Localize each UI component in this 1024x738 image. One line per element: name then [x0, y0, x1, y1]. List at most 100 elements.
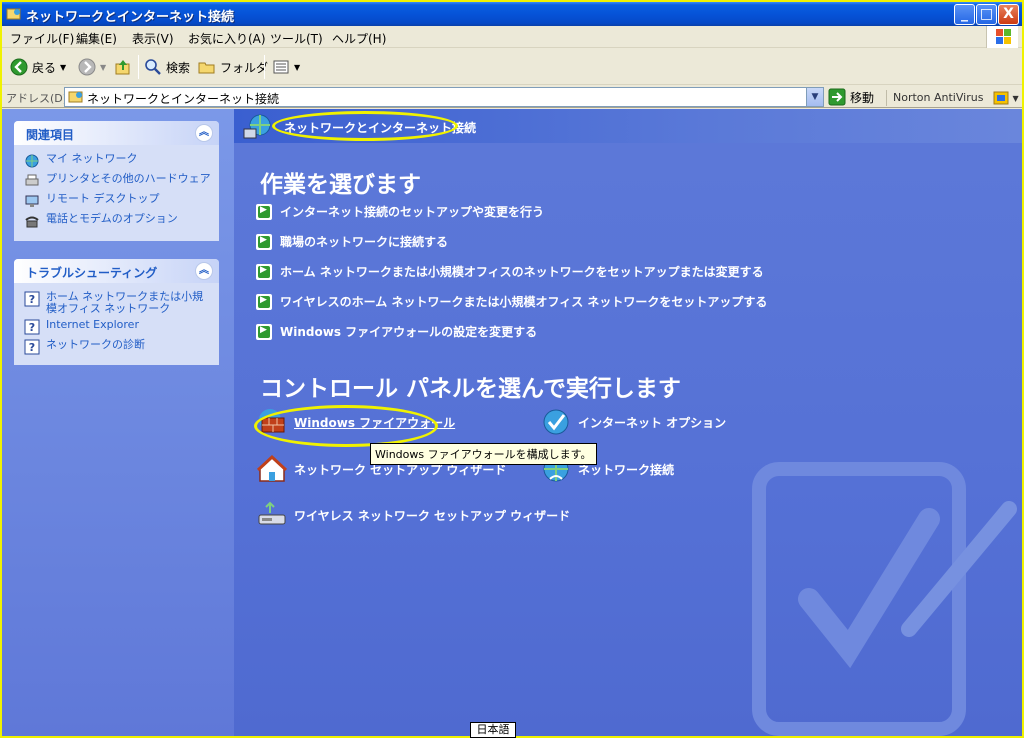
menu-file[interactable]: ファイル(F)	[10, 30, 74, 47]
firewall-tooltip: Windows ファイアウォールを構成します。	[370, 443, 597, 465]
norton-label: Norton AntiVirus	[893, 91, 984, 104]
svg-text:?: ?	[29, 321, 35, 334]
troubleshoot-panel: トラブルシューティング ︽ ? ホーム ネットワークまたは小規模オフィス ネット…	[14, 259, 219, 365]
checkmark-watermark-icon	[752, 462, 1017, 736]
troubleshoot-item-label: Internet Explorer	[46, 318, 139, 331]
troubleshoot-item-home-network[interactable]: ? ホーム ネットワークまたは小規模オフィス ネットワーク	[14, 289, 219, 317]
related-item-label: 電話とモデムのオプション	[46, 212, 178, 225]
folders-button[interactable]: フォルダ	[198, 57, 268, 77]
section-title-tasks: 作業を選びます	[260, 172, 421, 198]
printer-icon	[25, 174, 39, 186]
address-dropdown-icon[interactable]: ▼	[806, 88, 823, 106]
address-label: アドレス(D)	[6, 92, 68, 105]
minimize-button[interactable]: _	[954, 4, 975, 25]
go-arrow-icon	[828, 88, 846, 106]
address-input[interactable]: ネットワークとインターネット接続 ▼	[64, 87, 824, 107]
norton-dropdown-icon[interactable]: ▼	[1012, 94, 1018, 103]
folder-icon	[198, 62, 215, 74]
task-link-wireless-network[interactable]: ワイヤレスのホーム ネットワークまたは小規模オフィス ネットワークをセットアップ…	[256, 293, 767, 310]
network-folder-icon	[68, 91, 83, 103]
task-label: ワイヤレスのホーム ネットワークまたは小規模オフィス ネットワークをセットアップ…	[280, 295, 768, 309]
task-link-internet-connection[interactable]: インターネット接続のセットアップや変更を行う	[256, 203, 544, 220]
menu-view[interactable]: 表示(V)	[132, 30, 174, 47]
ime-language-indicator[interactable]: 日本語	[470, 722, 516, 738]
remote-desktop-icon	[25, 195, 39, 207]
folders-label: フォルダ	[220, 60, 269, 75]
related-item-my-network[interactable]: マイ ネットワーク	[14, 151, 219, 171]
views-button[interactable]: ▼	[272, 57, 300, 77]
globe-network-icon	[25, 154, 39, 168]
forward-button[interactable]: ▼	[78, 57, 106, 77]
network-setup-icon	[256, 454, 288, 482]
task-link-home-network[interactable]: ホーム ネットワークまたは小規模オフィスのネットワークをセットアップまたは変更す…	[256, 263, 764, 280]
menu-edit[interactable]: 編集(E)	[76, 30, 117, 47]
task-label: インターネット接続のセットアップや変更を行う	[280, 205, 545, 219]
menu-bar: ファイル(F) 編集(E) 表示(V) お気に入り(A) ツール(T) ヘルプ(…	[2, 26, 1022, 48]
go-label: 移動	[850, 90, 875, 105]
address-value: ネットワークとインターネット接続	[87, 92, 280, 106]
task-link-workplace-network[interactable]: 職場のネットワークに接続する	[256, 233, 448, 250]
norton-icon	[993, 91, 1009, 105]
related-item-remote-desktop[interactable]: リモート デスクトップ	[14, 191, 219, 211]
wireless-setup-icon	[258, 501, 286, 525]
task-arrow-icon	[256, 293, 272, 310]
highlight-ellipse-firewall	[254, 405, 438, 447]
views-icon	[273, 60, 289, 74]
network-internet-category-icon	[243, 114, 271, 139]
related-item-printers[interactable]: プリンタとその他のハードウェア	[14, 171, 219, 191]
collapse-chevron-icon[interactable]: ︽	[195, 124, 213, 142]
phone-icon	[25, 216, 39, 228]
back-arrow-icon	[10, 58, 28, 76]
up-folder-button[interactable]	[114, 57, 132, 77]
explorer-window: ネットワークとインターネット接続 _ □ X ファイル(F) 編集(E) 表示(…	[2, 2, 1022, 736]
related-panel: 関連項目 ︽ マイ ネットワーク プリンタとその他のハードウェア リモート デス…	[14, 121, 219, 241]
related-item-phone-modem[interactable]: 電話とモデムのオプション	[14, 211, 219, 231]
go-button[interactable]: 移動	[828, 88, 874, 106]
svg-text:?: ?	[29, 293, 35, 306]
network-folder-icon	[6, 8, 21, 20]
menu-tools[interactable]: ツール(T)	[270, 30, 323, 47]
search-button[interactable]: 検索	[144, 57, 190, 77]
related-item-label: プリンタとその他のハードウェア	[46, 172, 211, 185]
task-label: 職場のネットワークに接続する	[280, 235, 449, 249]
menu-favorites[interactable]: お気に入り(A)	[188, 30, 266, 47]
task-arrow-icon	[256, 233, 272, 250]
troubleshoot-panel-title: トラブルシューティング	[26, 266, 158, 280]
toolbar-separator	[264, 55, 265, 79]
help-icon: ?	[24, 319, 40, 335]
troubleshoot-item-label: ホーム ネットワークまたは小規模オフィス ネットワーク	[46, 290, 204, 315]
applet-label: ワイヤレス ネットワーク セットアップ ウィザード	[294, 508, 571, 523]
menu-help[interactable]: ヘルプ(H)	[332, 30, 386, 47]
forward-arrow-icon	[78, 58, 96, 76]
applet-wireless-setup-wizard[interactable]: ワイヤレス ネットワーク セットアップ ウィザード	[256, 499, 570, 531]
windows-logo-icon	[986, 26, 1018, 48]
troubleshoot-item-diagnose[interactable]: ? ネットワークの診断	[14, 337, 219, 357]
troubleshoot-panel-header[interactable]: トラブルシューティング ︽	[14, 259, 219, 283]
related-item-label: リモート デスクトップ	[46, 192, 160, 205]
main-pane: ネットワークとインターネット接続 作業を選びます インターネット接続のセットアッ…	[234, 109, 1022, 736]
svg-text:?: ?	[29, 341, 35, 354]
task-pane: 関連項目 ︽ マイ ネットワーク プリンタとその他のハードウェア リモート デス…	[2, 109, 234, 736]
troubleshoot-item-ie[interactable]: ? Internet Explorer	[14, 317, 219, 337]
content-area: 関連項目 ︽ マイ ネットワーク プリンタとその他のハードウェア リモート デス…	[2, 109, 1022, 736]
toolbar: 戻る ▼ ▼ 検索 フォルダ ▼	[2, 49, 1022, 85]
window-title: ネットワークとインターネット接続	[26, 10, 235, 25]
applet-internet-options[interactable]: インターネット オプション	[540, 406, 726, 438]
search-icon	[145, 59, 161, 75]
close-button[interactable]: X	[998, 4, 1019, 25]
help-icon: ?	[24, 339, 40, 355]
back-button[interactable]: 戻る ▼	[10, 57, 66, 77]
back-dropdown-icon[interactable]: ▼	[60, 63, 66, 72]
views-dropdown-icon[interactable]: ▼	[294, 63, 300, 72]
forward-dropdown-icon[interactable]: ▼	[100, 63, 106, 72]
task-link-firewall-settings[interactable]: Windows ファイアウォールの設定を変更する	[256, 323, 537, 340]
troubleshoot-item-label: ネットワークの診断	[46, 338, 145, 351]
search-label: 検索	[166, 60, 191, 75]
collapse-chevron-icon[interactable]: ︽	[195, 262, 213, 280]
maximize-button[interactable]: □	[976, 4, 997, 25]
address-bar: アドレス(D) ネットワークとインターネット接続 ▼ 移動 Norton Ant…	[2, 86, 1022, 108]
help-icon: ?	[24, 291, 40, 307]
related-panel-header[interactable]: 関連項目 ︽	[14, 121, 219, 145]
task-arrow-icon	[256, 263, 272, 280]
norton-toolbar[interactable]: Norton AntiVirus ▼	[886, 90, 1019, 106]
